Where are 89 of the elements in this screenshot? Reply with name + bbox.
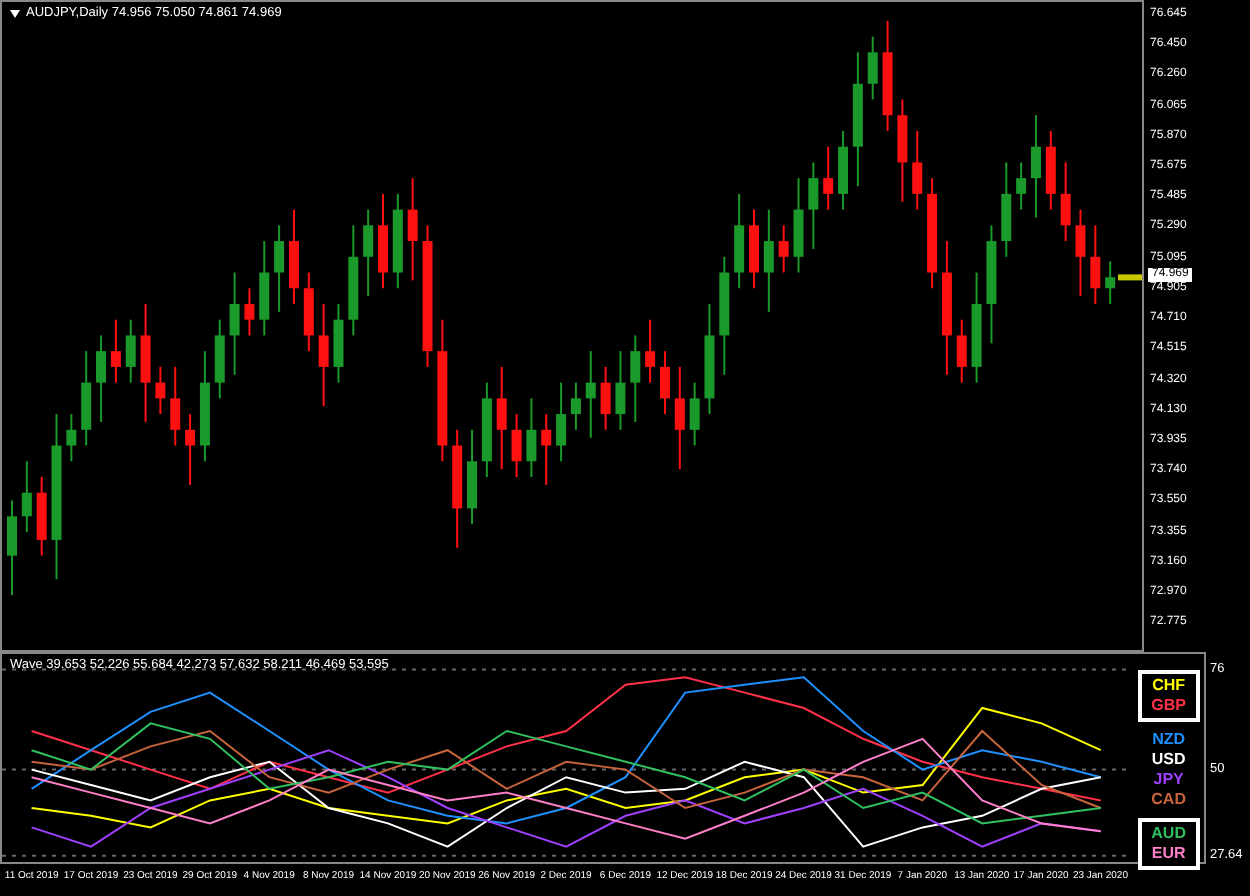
current-price-line [1118,274,1142,281]
candle [734,192,745,290]
dropdown-triangle-icon[interactable] [10,9,20,17]
candle [585,350,596,439]
candle [927,177,938,290]
candle [303,271,314,353]
candle [66,413,77,463]
candle [941,240,952,376]
currency-label: USD [1151,750,1186,770]
candle [1060,161,1071,243]
candle [496,365,507,471]
candle [333,303,344,384]
candle [96,334,107,423]
candle [778,224,789,274]
candle [155,365,166,416]
currency-label: NZD [1152,730,1186,750]
currency-label: CHF [1152,676,1186,696]
candle [719,255,730,376]
candle [407,177,418,282]
candle [378,192,388,290]
candle [274,224,285,313]
candle [1090,224,1101,305]
candle [1030,114,1041,219]
line-series [30,722,1102,825]
candle [912,129,923,211]
candle [467,428,478,526]
candle [956,318,967,384]
candle [288,208,299,305]
line-series [30,676,1102,802]
candle [214,318,225,400]
candle [630,334,641,423]
candle [392,192,403,290]
currency-label: AUD [1151,824,1186,844]
candle [348,224,359,337]
candle [318,303,329,408]
candle [7,499,17,596]
candle [615,350,626,431]
candle [170,365,181,447]
candle [481,381,492,478]
line-series [30,707,1102,829]
candle [556,381,567,463]
candle [81,350,92,447]
currency-label: CAD [1151,790,1186,810]
candle [1045,129,1056,211]
candle [674,365,685,471]
candle [882,19,893,132]
candle [793,177,804,274]
currency-label: GBP [1151,696,1186,716]
candle [600,365,611,431]
candle [185,413,196,486]
candle [823,145,834,211]
candle [110,318,121,384]
candle [986,224,997,345]
candle [838,129,849,211]
line-series [30,676,1102,825]
candle [1105,260,1116,305]
candle [808,161,819,250]
line-series [30,737,1102,840]
candle [971,271,982,384]
candle [867,35,878,101]
candle [511,413,522,478]
candle [21,460,32,534]
candle [749,208,759,290]
candle [897,98,908,203]
candle [259,240,270,337]
candle [852,51,863,187]
candle [570,381,581,431]
candle [244,287,255,337]
candle [229,271,240,376]
candle [452,428,463,549]
candle [422,224,433,368]
currency-label: JPY [1153,770,1184,790]
candle [541,413,552,486]
candle [689,381,700,447]
candle [125,318,136,384]
candle [363,208,374,298]
candle [199,350,210,463]
candle [763,208,774,313]
candle [1001,161,1012,258]
candle [1016,161,1027,211]
candle [140,303,151,423]
line-series [30,730,1102,809]
candle [526,397,537,478]
currency-label: EUR [1151,844,1186,864]
candle [704,303,715,416]
candle [1075,208,1086,298]
candle [659,350,670,416]
candle [36,476,47,557]
candle [645,318,656,384]
